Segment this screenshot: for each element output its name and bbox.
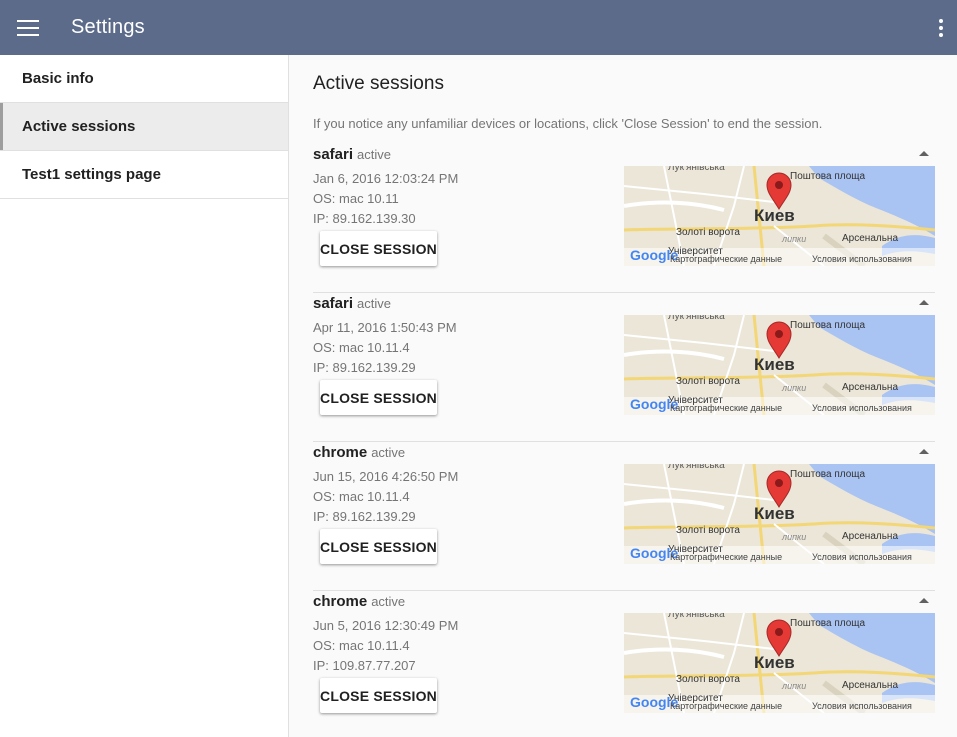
- svg-text:Золоті ворота: Золоті ворота: [676, 376, 740, 387]
- svg-text:Поштова площа: Поштова площа: [790, 171, 865, 182]
- svg-text:Золоті ворота: Золоті ворота: [676, 674, 740, 685]
- more-vert-icon[interactable]: [938, 19, 944, 37]
- session-browser: safari active: [313, 146, 391, 163]
- session-os: OS: mac 10.11: [313, 191, 399, 206]
- collapse-arrow-icon[interactable]: [919, 300, 929, 305]
- session-item: chrome active Jun 15, 2016 4:26:50 PM OS:…: [313, 442, 935, 591]
- svg-text:Арсенальна: Арсенальна: [842, 233, 898, 244]
- app-bar: Settings: [0, 0, 957, 55]
- session-ip: IP: 109.87.77.207: [313, 658, 416, 673]
- svg-text:Киев: Киев: [754, 653, 795, 672]
- svg-text:Золоті ворота: Золоті ворота: [676, 525, 740, 536]
- sidebar-item-test1-settings[interactable]: Test1 settings page: [0, 151, 288, 199]
- session-os: OS: mac 10.11.4: [313, 340, 410, 355]
- collapse-arrow-icon[interactable]: [919, 449, 929, 454]
- svg-text:Арсенальна: Арсенальна: [842, 531, 898, 542]
- svg-text:Поштова площа: Поштова площа: [790, 320, 865, 331]
- location-map[interactable]: Лук'янівська Поштова площа Золоті ворота…: [624, 166, 935, 266]
- svg-text:Золоті ворота: Золоті ворота: [676, 227, 740, 238]
- session-item: safari active Apr 11, 2016 1:50:43 PM OS:…: [313, 293, 935, 442]
- svg-text:Арсенальна: Арсенальна: [842, 382, 898, 393]
- close-session-button[interactable]: CLOSE SESSION: [320, 231, 437, 266]
- svg-text:Лук'янівська: Лук'янівська: [668, 315, 725, 322]
- location-map[interactable]: Лук'янівська Поштова площа Золоті ворота…: [624, 613, 935, 713]
- svg-text:Киев: Киев: [754, 355, 795, 374]
- svg-text:Условия использования: Условия использования: [812, 552, 912, 562]
- session-item: chrome active Jun 5, 2016 12:30:49 PM OS:…: [313, 591, 935, 737]
- session-os: OS: mac 10.11.4: [313, 489, 410, 504]
- svg-text:Арсенальна: Арсенальна: [842, 680, 898, 691]
- svg-text:липки: липки: [781, 383, 806, 393]
- hamburger-menu-icon[interactable]: [17, 19, 39, 36]
- close-session-button[interactable]: CLOSE SESSION: [320, 380, 437, 415]
- sidebar: Basic info Active sessions Test1 setting…: [0, 55, 289, 737]
- session-status: active: [357, 296, 391, 311]
- sidebar-item-label: Active sessions: [22, 118, 136, 135]
- session-item: safari active Jan 6, 2016 12:03:24 PM OS:…: [313, 144, 935, 293]
- sidebar-item-label: Test1 settings page: [22, 166, 161, 183]
- svg-text:Поштова площа: Поштова площа: [790, 618, 865, 629]
- app-title: Settings: [71, 16, 145, 38]
- page-title: Active sessions: [313, 73, 444, 94]
- svg-text:Киев: Киев: [754, 504, 795, 523]
- main-content: Active sessions If you notice any unfami…: [290, 55, 957, 737]
- session-date: Jan 6, 2016 12:03:24 PM: [313, 171, 459, 186]
- svg-text:липки: липки: [781, 532, 806, 542]
- svg-text:Картографические данные: Картографические данные: [670, 701, 782, 711]
- svg-text:Картографические данные: Картографические данные: [670, 254, 782, 264]
- session-date: Jun 15, 2016 4:26:50 PM: [313, 469, 459, 484]
- svg-text:Картографические данные: Картографические данные: [670, 552, 782, 562]
- svg-text:Лук'янівська: Лук'янівська: [668, 613, 725, 620]
- close-session-button[interactable]: CLOSE SESSION: [320, 678, 437, 713]
- collapse-arrow-icon[interactable]: [919, 151, 929, 156]
- session-status: active: [371, 445, 406, 460]
- svg-text:Поштова площа: Поштова площа: [790, 469, 865, 480]
- session-status: active: [357, 147, 391, 162]
- collapse-arrow-icon[interactable]: [919, 598, 929, 603]
- session-browser: chrome active: [313, 444, 406, 461]
- session-browser: safari active: [313, 295, 391, 312]
- session-date: Apr 11, 2016 1:50:43 PM: [313, 320, 457, 335]
- close-session-button[interactable]: CLOSE SESSION: [320, 529, 437, 564]
- intro-text: If you notice any unfamiliar devices or …: [313, 116, 823, 131]
- sidebar-item-basic-info[interactable]: Basic info: [0, 55, 288, 103]
- location-map[interactable]: Лук'янівська Поштова площа Золоті ворота…: [624, 315, 935, 415]
- svg-text:Картографические данные: Картографические данные: [670, 403, 782, 413]
- session-date: Jun 5, 2016 12:30:49 PM: [313, 618, 459, 633]
- svg-text:липки: липки: [781, 681, 806, 691]
- session-status: active: [371, 594, 406, 609]
- session-ip: IP: 89.162.139.29: [313, 360, 416, 375]
- session-browser: chrome active: [313, 593, 406, 610]
- svg-text:Киев: Киев: [754, 206, 795, 225]
- session-ip: IP: 89.162.139.30: [313, 211, 416, 226]
- svg-text:Условия использования: Условия использования: [812, 701, 912, 711]
- sidebar-item-label: Basic info: [22, 70, 94, 87]
- location-map[interactable]: Лук'янівська Поштова площа Золоті ворота…: [624, 464, 935, 564]
- svg-text:Условия использования: Условия использования: [812, 254, 912, 264]
- svg-text:Лук'янівська: Лук'янівська: [668, 464, 725, 471]
- session-ip: IP: 89.162.139.29: [313, 509, 416, 524]
- sidebar-item-active-sessions[interactable]: Active sessions: [0, 103, 288, 151]
- svg-text:липки: липки: [781, 234, 806, 244]
- svg-text:Условия использования: Условия использования: [812, 403, 912, 413]
- session-os: OS: mac 10.11.4: [313, 638, 410, 653]
- svg-text:Лук'янівська: Лук'янівська: [668, 166, 725, 173]
